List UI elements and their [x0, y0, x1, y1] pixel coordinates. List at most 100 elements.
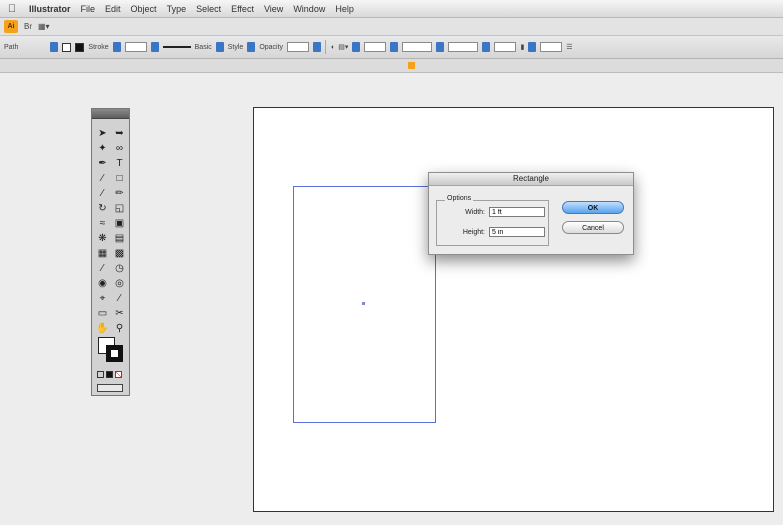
pencil-tool-icon[interactable]: ✏	[112, 187, 127, 200]
brush-dropdown[interactable]	[215, 42, 224, 52]
rectangle-tool-icon[interactable]: □	[112, 172, 127, 185]
constrain-icon[interactable]: ▮	[520, 43, 524, 51]
h-stepper[interactable]	[482, 42, 491, 52]
tools-panel-header[interactable]	[92, 109, 129, 119]
document-title[interactable]	[408, 62, 418, 70]
symbol-sprayer-tool-icon[interactable]: ❋	[95, 232, 110, 245]
illustrator-logo: Ai	[4, 20, 18, 33]
stroke-weight-stepper[interactable]	[112, 42, 121, 52]
menu-illustrator[interactable]: Illustrator	[24, 4, 76, 14]
graph-tool-icon[interactable]: ▤	[112, 232, 127, 245]
height-field[interactable]	[489, 227, 545, 237]
y-field[interactable]	[402, 42, 433, 52]
path-label: Path	[4, 43, 19, 51]
slice-tool-icon[interactable]: ∕	[112, 292, 127, 305]
transform-dropdown[interactable]	[352, 42, 361, 52]
height-row: Height:	[437, 227, 545, 237]
menu-type[interactable]: Type	[162, 4, 192, 14]
scale-tool-icon[interactable]: ◱	[112, 202, 127, 215]
direct-selection-tool-icon[interactable]: ➥	[112, 127, 127, 140]
height-label: Height:	[462, 228, 485, 236]
warp-tool-icon[interactable]: ≈	[95, 217, 110, 230]
color-mode-buttons	[97, 371, 122, 378]
menu-window[interactable]: Window	[288, 4, 330, 14]
stroke-weight-dropdown[interactable]	[150, 42, 159, 52]
stroke-label[interactable]: Stroke	[88, 44, 108, 51]
rectangle-center-point	[362, 302, 365, 305]
menu-edit[interactable]: Edit	[100, 4, 126, 14]
free-transform-tool-icon[interactable]: ▣	[112, 217, 127, 230]
style-label[interactable]: Style	[228, 44, 244, 51]
stroke-color-box[interactable]	[106, 345, 123, 362]
w-stepper[interactable]	[436, 42, 445, 52]
menu-select[interactable]: Select	[191, 4, 226, 14]
cancel-button[interactable]: Cancel	[562, 221, 624, 234]
selection-tool-icon[interactable]: ➤	[95, 127, 110, 140]
w-field[interactable]	[448, 42, 479, 52]
scissors-tool-icon[interactable]: ✂	[112, 307, 127, 320]
stroke-swatch[interactable]	[75, 42, 85, 52]
style-dropdown[interactable]	[247, 42, 256, 52]
pen-tool-icon[interactable]: ✒	[95, 157, 110, 170]
type-tool-icon[interactable]: T	[112, 157, 127, 170]
ref-point-dropdown[interactable]	[528, 42, 537, 52]
opacity-dropdown[interactable]	[313, 42, 322, 52]
width-label: Width:	[465, 208, 485, 216]
menu-file[interactable]: File	[76, 4, 101, 14]
document-tab-row	[0, 59, 783, 73]
menu-effect[interactable]: Effect	[226, 4, 259, 14]
live-paint-selection-tool-icon[interactable]: ◎	[112, 277, 127, 290]
recolor-icon[interactable]: ◖	[330, 44, 334, 51]
opacity-field[interactable]	[287, 42, 310, 52]
width-row: Width:	[437, 207, 545, 217]
bridge-icon[interactable]: Br	[24, 22, 32, 31]
y-stepper[interactable]	[390, 42, 399, 52]
application-bar: Ai Br ▦▾	[0, 18, 783, 36]
paintbrush-tool-icon[interactable]: ∕	[95, 187, 110, 200]
magic-wand-tool-icon[interactable]: ✦	[95, 142, 110, 155]
hand-tool-icon[interactable]: ✋	[95, 322, 110, 335]
rotate-tool-icon[interactable]: ↻	[95, 202, 110, 215]
control-bar: Path Stroke Basic Style Opacity ◖ ▤▾ ▮ ☰	[0, 36, 783, 59]
menu-view[interactable]: View	[259, 4, 288, 14]
opacity-label[interactable]: Opacity	[259, 44, 283, 51]
screen-mode-icon[interactable]	[97, 384, 123, 392]
gradient-tool-icon[interactable]: ▩	[112, 247, 127, 260]
x-field[interactable]	[364, 42, 387, 52]
options-group: Width: Height:	[436, 200, 549, 246]
eraser-tool-icon[interactable]: ▭	[95, 307, 110, 320]
color-mode-icon[interactable]	[97, 371, 104, 378]
fill-swatch[interactable]	[62, 42, 72, 52]
panel-menu-icon[interactable]: ☰	[566, 43, 572, 51]
arrange-documents-icon[interactable]: ▦▾	[38, 22, 50, 31]
align-icon[interactable]: ▤▾	[338, 43, 348, 51]
fill-stroke-widget[interactable]	[98, 337, 124, 363]
rectangle-dialog: Rectangle Width: Height: Options OK Canc…	[428, 172, 634, 255]
menu-help[interactable]: Help	[330, 4, 359, 14]
live-paint-tool-icon[interactable]: ◉	[95, 277, 110, 290]
fill-dropdown[interactable]	[50, 42, 59, 52]
ok-button[interactable]: OK	[562, 201, 624, 214]
stroke-weight-field[interactable]	[124, 42, 147, 52]
menu-bar:  Illustrator File Edit Object Type Sele…	[0, 0, 783, 18]
basic-label[interactable]: Basic	[195, 44, 212, 51]
brush-stroke-preview	[162, 46, 191, 48]
none-mode-icon[interactable]	[115, 371, 122, 378]
line-tool-icon[interactable]: ∕	[95, 172, 110, 185]
zoom-tool-icon[interactable]: ⚲	[112, 322, 127, 335]
options-label: Options	[445, 195, 474, 202]
tools-grid: ➤ ➥ ✦ ∞ ✒ T ∕ □ ∕ ✏ ↻ ◱ ≈ ▣ ❋ ▤ ▦ ▩ ⁄ ◷ …	[92, 119, 129, 335]
blend-tool-icon[interactable]: ◷	[112, 262, 127, 275]
document-icon	[408, 62, 415, 69]
h-field[interactable]	[494, 42, 517, 52]
lasso-tool-icon[interactable]: ∞	[112, 142, 127, 155]
gradient-mode-icon[interactable]	[106, 371, 113, 378]
mesh-tool-icon[interactable]: ▦	[95, 247, 110, 260]
dialog-title[interactable]: Rectangle	[429, 173, 633, 186]
menu-object[interactable]: Object	[126, 4, 162, 14]
ref-field[interactable]	[540, 42, 563, 52]
eyedropper-tool-icon[interactable]: ⁄	[95, 262, 110, 275]
apple-icon[interactable]: 	[0, 3, 24, 15]
width-field[interactable]	[489, 207, 545, 217]
crop-tool-icon[interactable]: ⌖	[95, 292, 110, 305]
